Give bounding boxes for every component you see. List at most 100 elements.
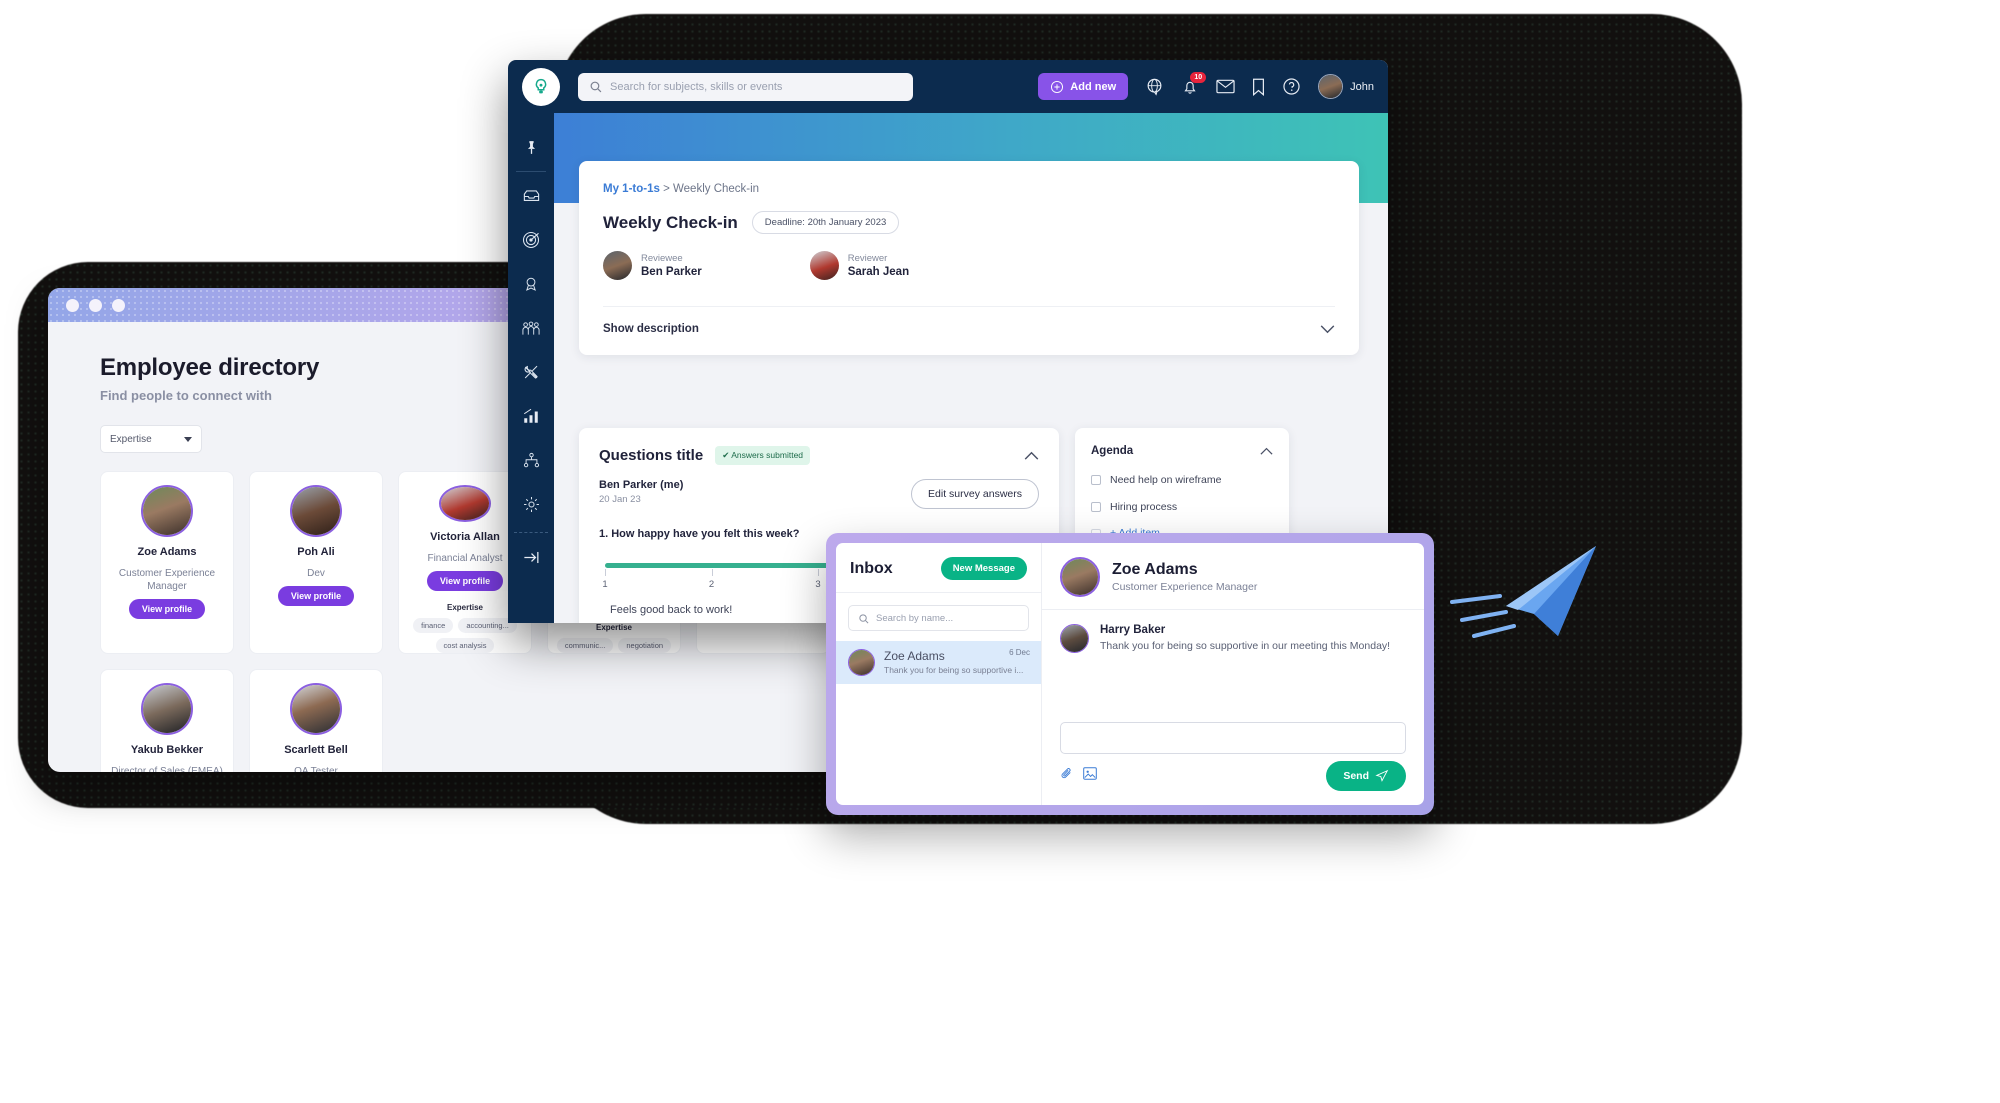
slider-tick-label: 3 — [815, 579, 821, 590]
lightbulb-icon — [535, 78, 547, 93]
reviewee-label: Reviewee — [641, 253, 683, 264]
breadcrumb-parent-link[interactable]: My 1-to-1s — [603, 183, 660, 195]
expertise-filter-select[interactable]: Expertise — [100, 425, 202, 453]
employee-card[interactable]: Poh Ali Dev View profile — [249, 471, 383, 654]
deadline-badge: Deadline: 20th January 2023 — [751, 211, 900, 234]
app-logo[interactable] — [522, 67, 560, 106]
sidebar-item-inbox[interactable] — [508, 174, 554, 218]
chevron-down-icon — [184, 436, 192, 442]
new-message-button[interactable]: New Message — [940, 557, 1027, 580]
view-profile-button[interactable]: View profile — [128, 599, 206, 619]
employee-card[interactable]: Yakub BekkerDirector of Sales (EMEA)View… — [100, 669, 234, 772]
bookmarks-button[interactable] — [1252, 78, 1265, 96]
view-profile-button[interactable]: View profile — [426, 571, 504, 591]
answer-author: Ben Parker (me) — [599, 479, 684, 491]
paperclip-icon[interactable] — [1060, 767, 1073, 785]
contact-role: Customer Experience Manager — [1112, 581, 1258, 593]
sidebar-item-org-chart[interactable] — [508, 438, 554, 482]
questions-collapse-toggle[interactable] — [1024, 447, 1039, 465]
show-description-toggle[interactable]: Show description — [603, 306, 1335, 335]
avatar — [809, 251, 839, 280]
expertise-tag[interactable]: communic... — [556, 638, 614, 653]
employee-card[interactable]: Zoe Adams Customer Experience Manager View… — [100, 471, 234, 654]
add-new-button[interactable]: Add new — [1038, 73, 1129, 100]
employee-name: Zoe Adams — [137, 546, 197, 558]
reviewer-name: Sarah Jean — [847, 266, 910, 278]
avatar — [1060, 624, 1089, 653]
reviewer-block: Reviewer Sarah Jean — [809, 251, 910, 280]
user-name: John — [1350, 80, 1374, 93]
bar-chart-icon — [523, 408, 538, 423]
sidebar-item-reports[interactable] — [508, 394, 554, 438]
window-maximize-dot[interactable] — [112, 298, 125, 312]
avatar — [603, 251, 632, 280]
left-sidebar-nav — [508, 113, 554, 623]
sidebar-item-teams[interactable] — [508, 306, 554, 350]
sidebar-item-tools[interactable] — [508, 350, 554, 394]
agenda-item[interactable]: Need help on wireframe — [1091, 473, 1273, 487]
thread-date: 6 Dec — [1009, 648, 1030, 657]
notifications-button[interactable]: 10 — [1181, 71, 1207, 96]
employee-name: Victoria Allan — [430, 531, 500, 543]
checkbox-icon[interactable] — [1091, 475, 1101, 485]
user-menu[interactable]: John — [1318, 74, 1374, 99]
sidebar-item-recognition[interactable] — [508, 262, 554, 306]
avatar — [141, 485, 193, 537]
sidebar-item-goals[interactable] — [508, 218, 554, 262]
help-button[interactable] — [1282, 77, 1301, 96]
inbox-thread-item[interactable]: Zoe Adams Thank you for being so support… — [836, 641, 1041, 684]
add-new-label: Add new — [1070, 80, 1117, 93]
expertise-tag[interactable]: cost analysis — [435, 638, 495, 653]
breadcrumb: My 1-to-1s > Weekly Check-in — [603, 183, 1335, 195]
employee-name: Poh Ali — [297, 546, 335, 558]
chevron-up-icon — [1024, 451, 1039, 460]
employee-name: Yakub Bekker — [130, 744, 204, 756]
agenda-collapse-toggle[interactable] — [1260, 442, 1273, 460]
slider-tick — [605, 569, 606, 576]
global-search-input[interactable]: Search for subjects, skills or events — [578, 72, 913, 101]
avatar — [290, 683, 342, 735]
checkbox-icon[interactable] — [1091, 502, 1101, 512]
agenda-item[interactable]: Hiring process — [1091, 500, 1273, 514]
notification-badge: 10 — [1190, 71, 1207, 83]
envelope-icon — [1216, 79, 1235, 94]
window-minimize-dot[interactable] — [89, 298, 102, 312]
messages-button[interactable] — [1216, 79, 1235, 94]
questions-title: Questions title — [599, 447, 704, 464]
expertise-tag[interactable]: negotiation — [618, 638, 672, 653]
people-icon — [522, 321, 540, 335]
slider-tick-label: 1 — [602, 579, 608, 590]
inbox-search-input[interactable]: Search by name... — [848, 605, 1029, 631]
image-icon[interactable] — [1083, 767, 1097, 785]
language-globe-button[interactable] — [1145, 77, 1164, 96]
tools-icon — [524, 365, 538, 379]
check-icon: ✔ — [722, 450, 730, 460]
avatar — [848, 649, 875, 676]
send-button[interactable]: Send — [1326, 761, 1406, 791]
checkin-header-card: My 1-to-1s > Weekly Check-in Weekly Chec… — [579, 161, 1359, 355]
globe-icon — [1147, 78, 1162, 96]
window-close-dot[interactable] — [66, 298, 79, 312]
view-profile-button[interactable]: View profile — [277, 586, 355, 606]
reviewee-name: Ben Parker — [641, 266, 702, 278]
expertise-tags: finance accounting... cost analysis — [403, 618, 527, 653]
avatar — [290, 485, 342, 537]
status-badge-label: Answers submitted — [731, 450, 804, 460]
slider-tick — [818, 569, 819, 576]
reviewer-label: Reviewer — [847, 253, 888, 264]
agenda-item-label: Hiring process — [1110, 501, 1178, 513]
employee-card[interactable]: Scarlett BellQA TesterView profileExpert… — [249, 669, 383, 772]
sidebar-collapse-button[interactable] — [508, 535, 554, 579]
edit-survey-answers-button[interactable]: Edit survey answers — [911, 479, 1039, 509]
status-badge: ✔ Answers submitted — [715, 446, 811, 465]
message-input[interactable] — [1060, 722, 1406, 754]
expertise-tag[interactable]: finance — [413, 618, 454, 633]
avatar — [1060, 557, 1100, 597]
sidebar-item-settings[interactable] — [508, 482, 554, 526]
breadcrumb-current: Weekly Check-in — [673, 183, 760, 195]
paper-plane-decoration — [1450, 546, 1596, 638]
gear-icon — [523, 496, 539, 512]
show-description-label: Show description — [603, 323, 699, 335]
sidebar-item-pinned[interactable] — [508, 125, 554, 169]
send-plane-icon — [1375, 769, 1389, 782]
